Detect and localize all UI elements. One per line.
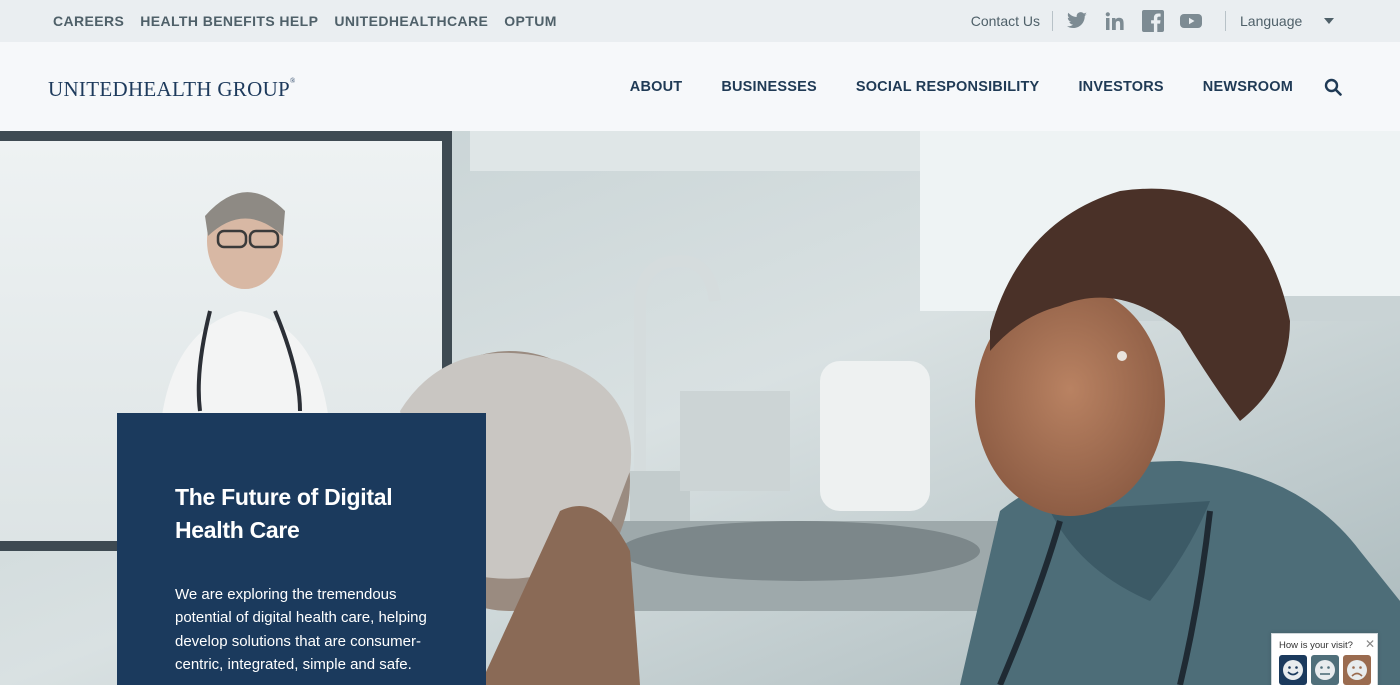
linkedin-icon[interactable] (1103, 9, 1127, 33)
nav-social-responsibility[interactable]: SOCIAL RESPONSIBILITY (856, 79, 1040, 95)
hero-section: The Future of Digital Health Care We are… (0, 131, 1400, 685)
nav-businesses[interactable]: BUSINESSES (721, 79, 816, 95)
utility-right: Contact Us Language (971, 0, 1400, 42)
main-nav: ABOUT BUSINESSES SOCIAL RESPONSIBILITY I… (591, 42, 1342, 131)
neutral-face-icon[interactable] (1311, 655, 1339, 685)
close-icon[interactable]: ✕ (1365, 637, 1375, 651)
nav-about[interactable]: ABOUT (630, 79, 683, 95)
health-benefits-help-link[interactable]: HEALTH BENEFITS HELP (140, 13, 318, 29)
language-select[interactable]: Language (1226, 13, 1400, 29)
youtube-icon[interactable] (1179, 9, 1203, 33)
unitedhealth-group-logo[interactable]: UNITEDHEALTH GROUP® (48, 77, 296, 102)
chevron-down-icon (1324, 18, 1334, 24)
happy-face-icon[interactable] (1279, 655, 1307, 685)
hero-description: We are exploring the tremendous potentia… (175, 586, 427, 673)
utility-links: CAREERS HEALTH BENEFITS HELP UNITEDHEALT… (53, 13, 557, 29)
contact-us-link[interactable]: Contact Us (971, 13, 1040, 29)
registered-mark: ® (290, 77, 296, 85)
search-icon[interactable] (1324, 78, 1342, 96)
utility-bar: CAREERS HEALTH BENEFITS HELP UNITEDHEALT… (0, 0, 1400, 42)
careers-link[interactable]: CAREERS (53, 13, 124, 29)
logo-text: UNITEDHEALTH GROUP (48, 77, 291, 101)
language-label: Language (1240, 13, 1303, 29)
social-links (1065, 9, 1203, 33)
feedback-question: How is your visit? (1279, 640, 1353, 651)
nav-newsroom[interactable]: NEWSROOM (1203, 79, 1293, 95)
facebook-icon[interactable] (1141, 9, 1165, 33)
twitter-icon[interactable] (1065, 9, 1089, 33)
feedback-widget: How is your visit? ✕ (1271, 633, 1378, 685)
nav-investors[interactable]: INVESTORS (1078, 79, 1163, 95)
unitedhealthcare-link[interactable]: UNITEDHEALTHCARE (334, 13, 488, 29)
main-header: UNITEDHEALTH GROUP® ABOUT BUSINESSES SOC… (0, 42, 1400, 131)
sad-face-icon[interactable] (1343, 655, 1371, 685)
hero-title: The Future of Digital Health Care (175, 484, 393, 543)
optum-link[interactable]: OPTUM (504, 13, 557, 29)
divider (1052, 11, 1053, 31)
hero-card: The Future of Digital Health Care We are… (117, 413, 486, 685)
